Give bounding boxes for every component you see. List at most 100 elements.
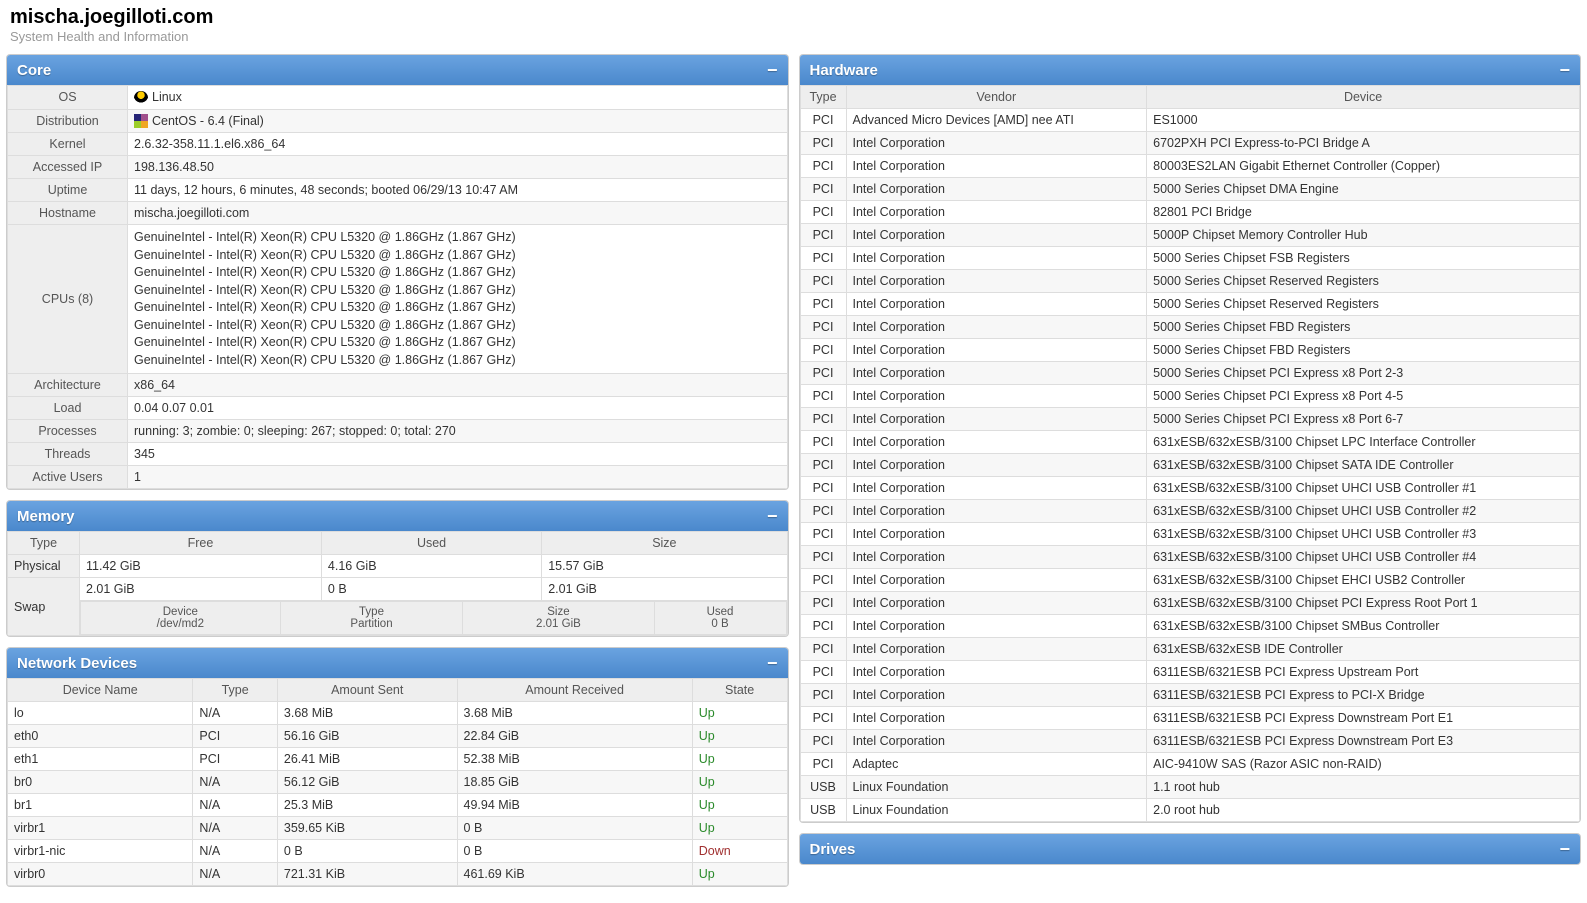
mem-swap-used: 0 B — [321, 578, 541, 601]
hw-device: 631xESB/632xESB/3100 Chipset LPC Interfa… — [1147, 431, 1580, 454]
users-value: 1 — [128, 466, 788, 489]
hw-type: PCI — [800, 408, 846, 431]
table-row: PCIIntel Corporation5000 Series Chipset … — [800, 270, 1580, 293]
net-recv: 52.38 MiB — [457, 748, 692, 771]
net-sent: 26.41 MiB — [277, 748, 457, 771]
hw-type: PCI — [800, 385, 846, 408]
net-state: Up — [692, 817, 787, 840]
hw-h-device: Device — [1147, 86, 1580, 109]
collapse-icon[interactable]: − — [767, 654, 778, 672]
hw-type: PCI — [800, 753, 846, 776]
hw-type: PCI — [800, 707, 846, 730]
net-type: N/A — [193, 817, 277, 840]
hw-vendor: Intel Corporation — [846, 224, 1147, 247]
hw-vendor: Intel Corporation — [846, 592, 1147, 615]
collapse-icon[interactable]: − — [1559, 61, 1570, 79]
swap-sub-h-type: TypePartition — [280, 602, 463, 635]
hw-type: PCI — [800, 569, 846, 592]
hw-type: PCI — [800, 546, 846, 569]
hostname-value: mischa.joegilloti.com — [128, 202, 788, 225]
hw-device: 82801 PCI Bridge — [1147, 201, 1580, 224]
mem-h-type: Type — [8, 532, 80, 555]
hw-vendor: Intel Corporation — [846, 247, 1147, 270]
hw-type: PCI — [800, 454, 846, 477]
hw-type: PCI — [800, 109, 846, 132]
page-header: mischa.joegilloti.com System Health and … — [6, 6, 1581, 44]
net-recv: 49.94 MiB — [457, 794, 692, 817]
drives-title: Drives — [810, 841, 856, 858]
network-panel: Network Devices − Device Name Type Amoun… — [6, 647, 789, 887]
threads-label: Threads — [8, 443, 128, 466]
collapse-icon[interactable]: − — [767, 61, 778, 79]
hardware-panel: Hardware − Type Vendor Device PCIAdvance… — [799, 54, 1582, 823]
hw-device: 6702PXH PCI Express-to-PCI Bridge A — [1147, 132, 1580, 155]
hw-vendor: Intel Corporation — [846, 385, 1147, 408]
hw-vendor: Intel Corporation — [846, 638, 1147, 661]
collapse-icon[interactable]: − — [767, 507, 778, 525]
hw-type: PCI — [800, 638, 846, 661]
net-recv: 3.68 MiB — [457, 702, 692, 725]
threads-value: 345 — [128, 443, 788, 466]
hw-type: PCI — [800, 684, 846, 707]
hw-vendor: Intel Corporation — [846, 339, 1147, 362]
net-recv: 0 B — [457, 840, 692, 863]
hw-device: 5000 Series Chipset PCI Express x8 Port … — [1147, 408, 1580, 431]
memory-panel: Memory − Type Free Used Size Physical 11… — [6, 500, 789, 637]
net-type: PCI — [193, 748, 277, 771]
table-row: PCIIntel Corporation631xESB/632xESB/3100… — [800, 500, 1580, 523]
hw-device: 5000 Series Chipset PCI Express x8 Port … — [1147, 362, 1580, 385]
net-state: Up — [692, 863, 787, 886]
net-sent: 359.65 KiB — [277, 817, 457, 840]
table-row: PCIIntel Corporation631xESB/632xESB/3100… — [800, 454, 1580, 477]
mem-swap-size: 2.01 GiB — [542, 578, 787, 601]
table-row: PCIIntel Corporation6702PXH PCI Express-… — [800, 132, 1580, 155]
hw-vendor: Intel Corporation — [846, 201, 1147, 224]
net-h-state: State — [692, 679, 787, 702]
hw-vendor: Intel Corporation — [846, 569, 1147, 592]
hw-vendor: Intel Corporation — [846, 362, 1147, 385]
hw-type: PCI — [800, 270, 846, 293]
hw-type: PCI — [800, 293, 846, 316]
net-h-sent: Amount Sent — [277, 679, 457, 702]
hw-vendor: Intel Corporation — [846, 178, 1147, 201]
hw-device: 6311ESB/6321ESB PCI Express Downstream P… — [1147, 707, 1580, 730]
hw-type: USB — [800, 799, 846, 822]
proc-value: running: 3; zombie: 0; sleeping: 267; st… — [128, 420, 788, 443]
hw-vendor: Intel Corporation — [846, 546, 1147, 569]
hw-type: PCI — [800, 178, 846, 201]
table-row: PCIIntel Corporation82801 PCI Bridge — [800, 201, 1580, 224]
net-sent: 721.31 KiB — [277, 863, 457, 886]
table-row: PCIAdvanced Micro Devices [AMD] nee ATIE… — [800, 109, 1580, 132]
hw-type: PCI — [800, 592, 846, 615]
ip-label: Accessed IP — [8, 156, 128, 179]
hw-type: PCI — [800, 362, 846, 385]
hw-type: PCI — [800, 247, 846, 270]
network-title: Network Devices — [17, 655, 137, 672]
table-row: br0N/A56.12 GiB18.85 GiBUp — [8, 771, 788, 794]
net-h-recv: Amount Received — [457, 679, 692, 702]
mem-h-size: Size — [542, 532, 787, 555]
hw-device: 6311ESB/6321ESB PCI Express Downstream P… — [1147, 730, 1580, 753]
hw-device: 1.1 root hub — [1147, 776, 1580, 799]
mem-h-free: Free — [80, 532, 322, 555]
collapse-icon[interactable]: − — [1559, 840, 1570, 858]
hw-vendor: Adaptec — [846, 753, 1147, 776]
table-row: PCIIntel Corporation80003ES2LAN Gigabit … — [800, 155, 1580, 178]
mem-swap-label: Swap — [8, 578, 80, 636]
hw-type: PCI — [800, 224, 846, 247]
net-name: eth1 — [8, 748, 193, 771]
hardware-table: Type Vendor Device PCIAdvanced Micro Dev… — [800, 85, 1581, 822]
table-row: PCIIntel Corporation6311ESB/6321ESB PCI … — [800, 684, 1580, 707]
table-row: PCIIntel Corporation5000 Series Chipset … — [800, 339, 1580, 362]
table-row: PCIIntel Corporation5000P Chipset Memory… — [800, 224, 1580, 247]
hw-vendor: Intel Corporation — [846, 684, 1147, 707]
arch-value: x86_64 — [128, 374, 788, 397]
table-row: eth0PCI56.16 GiB22.84 GiBUp — [8, 725, 788, 748]
net-h-name: Device Name — [8, 679, 193, 702]
net-type: N/A — [193, 702, 277, 725]
hardware-title: Hardware — [810, 62, 878, 79]
table-row: PCIIntel Corporation631xESB/632xESB/3100… — [800, 592, 1580, 615]
drives-panel-header: Drives − — [800, 834, 1581, 864]
net-state: Down — [692, 840, 787, 863]
mem-swap-free: 2.01 GiB — [80, 578, 322, 601]
